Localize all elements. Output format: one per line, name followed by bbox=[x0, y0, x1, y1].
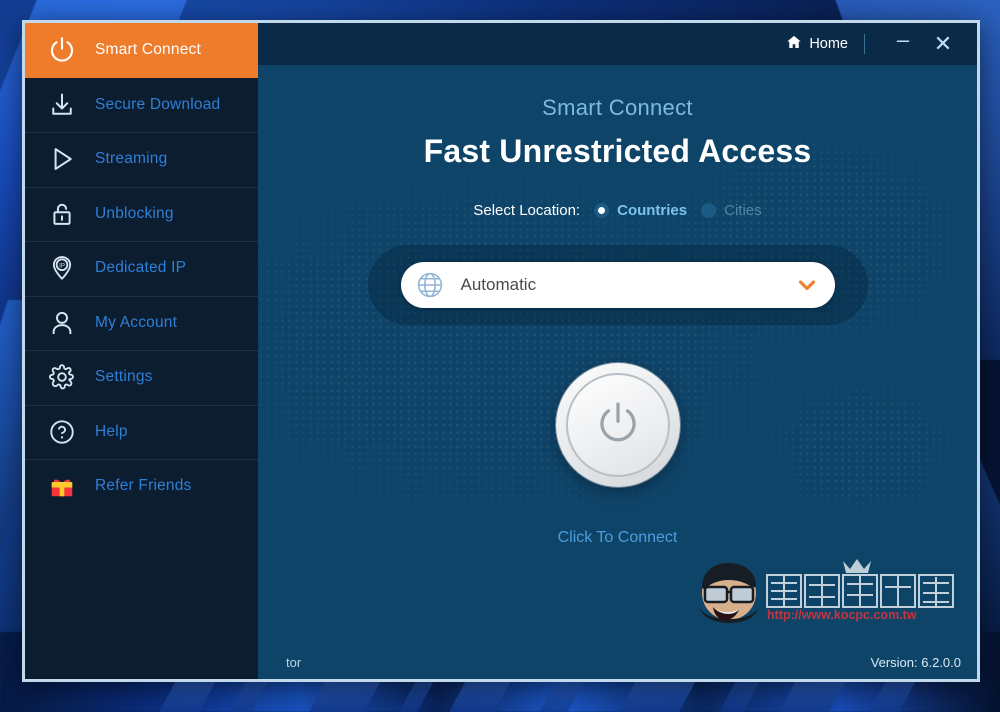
lock-icon bbox=[45, 197, 79, 231]
sidebar-item-unblocking[interactable]: Unblocking bbox=[25, 186, 258, 242]
window-body: Smart Connect Secure Download Streaming … bbox=[25, 23, 977, 679]
power-icon bbox=[592, 397, 644, 454]
home-button-label: Home bbox=[809, 36, 848, 52]
gear-icon bbox=[45, 360, 79, 394]
sidebar-item-dedicated-ip[interactable]: IP Dedicated IP bbox=[25, 241, 258, 296]
user-icon bbox=[45, 306, 79, 340]
sidebar-item-label: Secure Download bbox=[95, 95, 221, 113]
sidebar-item-label: Refer Friends bbox=[95, 477, 192, 495]
page-subtitle: Smart Connect bbox=[542, 95, 693, 120]
download-icon bbox=[45, 88, 79, 122]
sidebar-item-label: Settings bbox=[95, 368, 153, 386]
location-dropdown[interactable]: Automatic bbox=[400, 262, 835, 308]
sidebar-item-streaming[interactable]: Streaming bbox=[25, 132, 258, 187]
location-dropdown-halo: Automatic bbox=[367, 245, 868, 325]
version-label: Version: 6.2.0.0 bbox=[870, 654, 961, 670]
sidebar-item-help[interactable]: Help bbox=[25, 404, 258, 460]
radio-countries[interactable]: Countries bbox=[594, 202, 687, 219]
sidebar-item-secure-download[interactable]: Secure Download bbox=[25, 78, 258, 133]
vpn-app-window: Smart Connect Secure Download Streaming … bbox=[22, 20, 980, 682]
sidebar-item-label: Streaming bbox=[95, 150, 168, 168]
close-button[interactable]: ✕ bbox=[923, 29, 963, 59]
statusbar-sidebar-cap bbox=[25, 645, 258, 679]
radio-cities-label: Cities bbox=[724, 202, 762, 219]
connect-power-button[interactable] bbox=[555, 363, 680, 487]
sidebar-item-label: Unblocking bbox=[95, 204, 174, 222]
radio-countries-indicator bbox=[594, 203, 610, 218]
sidebar-item-label: Smart Connect bbox=[95, 41, 201, 59]
radio-countries-label: Countries bbox=[617, 202, 688, 219]
sidebar-item-refer-friends[interactable]: Refer Friends bbox=[25, 459, 258, 514]
sidebar-navigation: Smart Connect Secure Download Streaming … bbox=[25, 23, 258, 679]
sidebar-item-label: Dedicated IP bbox=[95, 259, 187, 277]
location-selector-label: Select Location: bbox=[473, 202, 581, 219]
power-icon bbox=[45, 33, 79, 67]
titlebar-separator bbox=[864, 34, 865, 54]
sidebar-item-my-account[interactable]: My Account bbox=[25, 295, 258, 351]
power-button-ring bbox=[565, 373, 670, 477]
radio-cities[interactable]: Cities bbox=[701, 202, 762, 219]
home-button[interactable]: Home bbox=[786, 34, 848, 54]
title-bar: Home – ✕ bbox=[258, 23, 977, 65]
ip-pin-icon: IP bbox=[45, 251, 79, 285]
location-selector: Select Location: Countries Cities bbox=[473, 202, 761, 219]
globe-icon bbox=[415, 270, 445, 300]
chevron-down-icon[interactable] bbox=[795, 273, 819, 297]
sidebar-item-smart-connect[interactable]: Smart Connect bbox=[25, 23, 258, 78]
play-icon bbox=[45, 142, 79, 176]
home-icon bbox=[786, 34, 802, 54]
page-title: Fast Unrestricted Access bbox=[423, 133, 812, 169]
minimize-button[interactable]: – bbox=[883, 29, 923, 59]
click-to-connect-label[interactable]: Click To Connect bbox=[558, 529, 678, 547]
content-inner: Smart Connect Fast Unrestricted Access S… bbox=[258, 65, 977, 645]
svg-text:IP: IP bbox=[59, 264, 65, 270]
right-pane: Home – ✕ Smart Connect Fast Unrestricted… bbox=[25, 23, 977, 679]
sidebar-item-label: Help bbox=[95, 422, 128, 440]
main-content: Smart Connect Fast Unrestricted Access S… bbox=[258, 65, 977, 645]
radio-cities-indicator bbox=[701, 203, 717, 218]
location-dropdown-value: Automatic bbox=[460, 275, 537, 294]
status-bar: tor Version: 6.2.0.0 bbox=[25, 645, 977, 679]
sidebar-item-label: My Account bbox=[95, 313, 178, 331]
question-icon bbox=[45, 415, 79, 449]
sidebar-item-settings[interactable]: Settings bbox=[25, 350, 258, 405]
gift-icon bbox=[45, 469, 79, 503]
status-left-text: tor bbox=[286, 654, 302, 670]
desktop-background: Smart Connect Secure Download Streaming … bbox=[0, 0, 1000, 712]
